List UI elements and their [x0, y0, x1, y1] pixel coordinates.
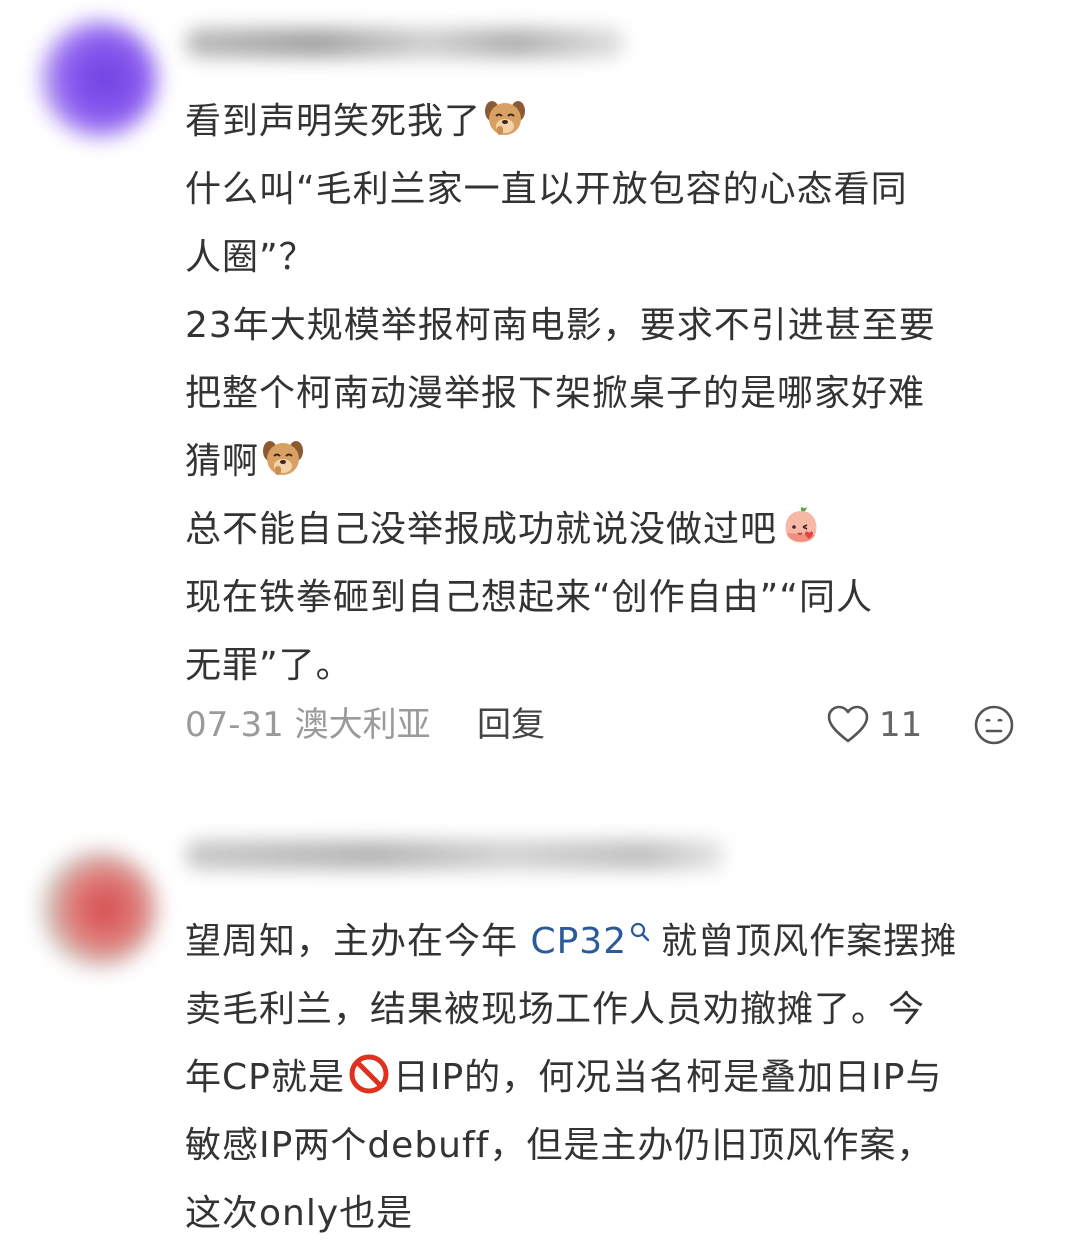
comment-line: 人圈”？ [185, 237, 316, 278]
dog-emoji-icon [485, 101, 526, 135]
reply-button[interactable]: 回复 [477, 700, 545, 750]
comment-line: 敏感IP两个debuff，但是主办仍旧顶风作案， [185, 1125, 934, 1166]
comment-line: 年CP就是 日IP的，何况当名柯是叠加日IP与 [185, 1044, 1045, 1112]
username-blurred[interactable] [185, 28, 625, 58]
comment-line: 23年大规模举报柯南电影，要求不引进甚至要 [185, 305, 936, 346]
heart-icon[interactable] [825, 702, 871, 748]
username-blurred[interactable] [185, 840, 725, 870]
avatar[interactable] [40, 20, 158, 138]
comment-line: 无罪”了。 [185, 645, 353, 686]
comment-line: 猜啊 [185, 428, 1045, 496]
comment-line: 卖毛利兰，结果被现场工作人员劝撤摊了。今 [185, 989, 926, 1030]
search-link[interactable]: CP32 [530, 921, 627, 962]
peach-emoji-icon [785, 507, 817, 543]
search-icon[interactable] [629, 921, 651, 943]
comment-date-location: 07-31 澳大利亚 [185, 705, 431, 745]
dog-emoji-icon [263, 441, 304, 475]
comment-line: 现在铁拳砸到自己想起来“创作自由”“同人 [185, 577, 873, 618]
prohibited-icon [349, 1054, 389, 1094]
comment-meta: 07-31 澳大利亚 回复 11 [185, 700, 1045, 750]
comment-line: 看到声明笑死我了 [185, 88, 1045, 156]
avatar[interactable] [40, 850, 158, 968]
smiley-icon[interactable] [971, 702, 1017, 748]
comment-body: 望周知，主办在今年 CP32 就曾顶风作案摆摊 卖毛利兰，结果被现场工作人员劝撤摊… [185, 908, 1045, 1248]
comment-line: 望周知，主办在今年 CP32 就曾顶风作案摆摊 [185, 921, 958, 962]
comment-line: 这次only也是 [185, 1193, 414, 1234]
comment-line: 什么叫“毛利兰家一直以开放包容的心态看同 [185, 169, 908, 210]
comment-line: 总不能自己没举报成功就说没做过吧 [185, 496, 1045, 564]
like-count: 11 [879, 705, 923, 745]
comment-body: 看到声明笑死我了 什么叫“毛利兰家一直以开放包容的心态看同 人圈”？ 23年大规… [185, 88, 1045, 700]
comment-line: 把整个柯南动漫举报下架掀桌子的是哪家好难 [185, 373, 926, 414]
